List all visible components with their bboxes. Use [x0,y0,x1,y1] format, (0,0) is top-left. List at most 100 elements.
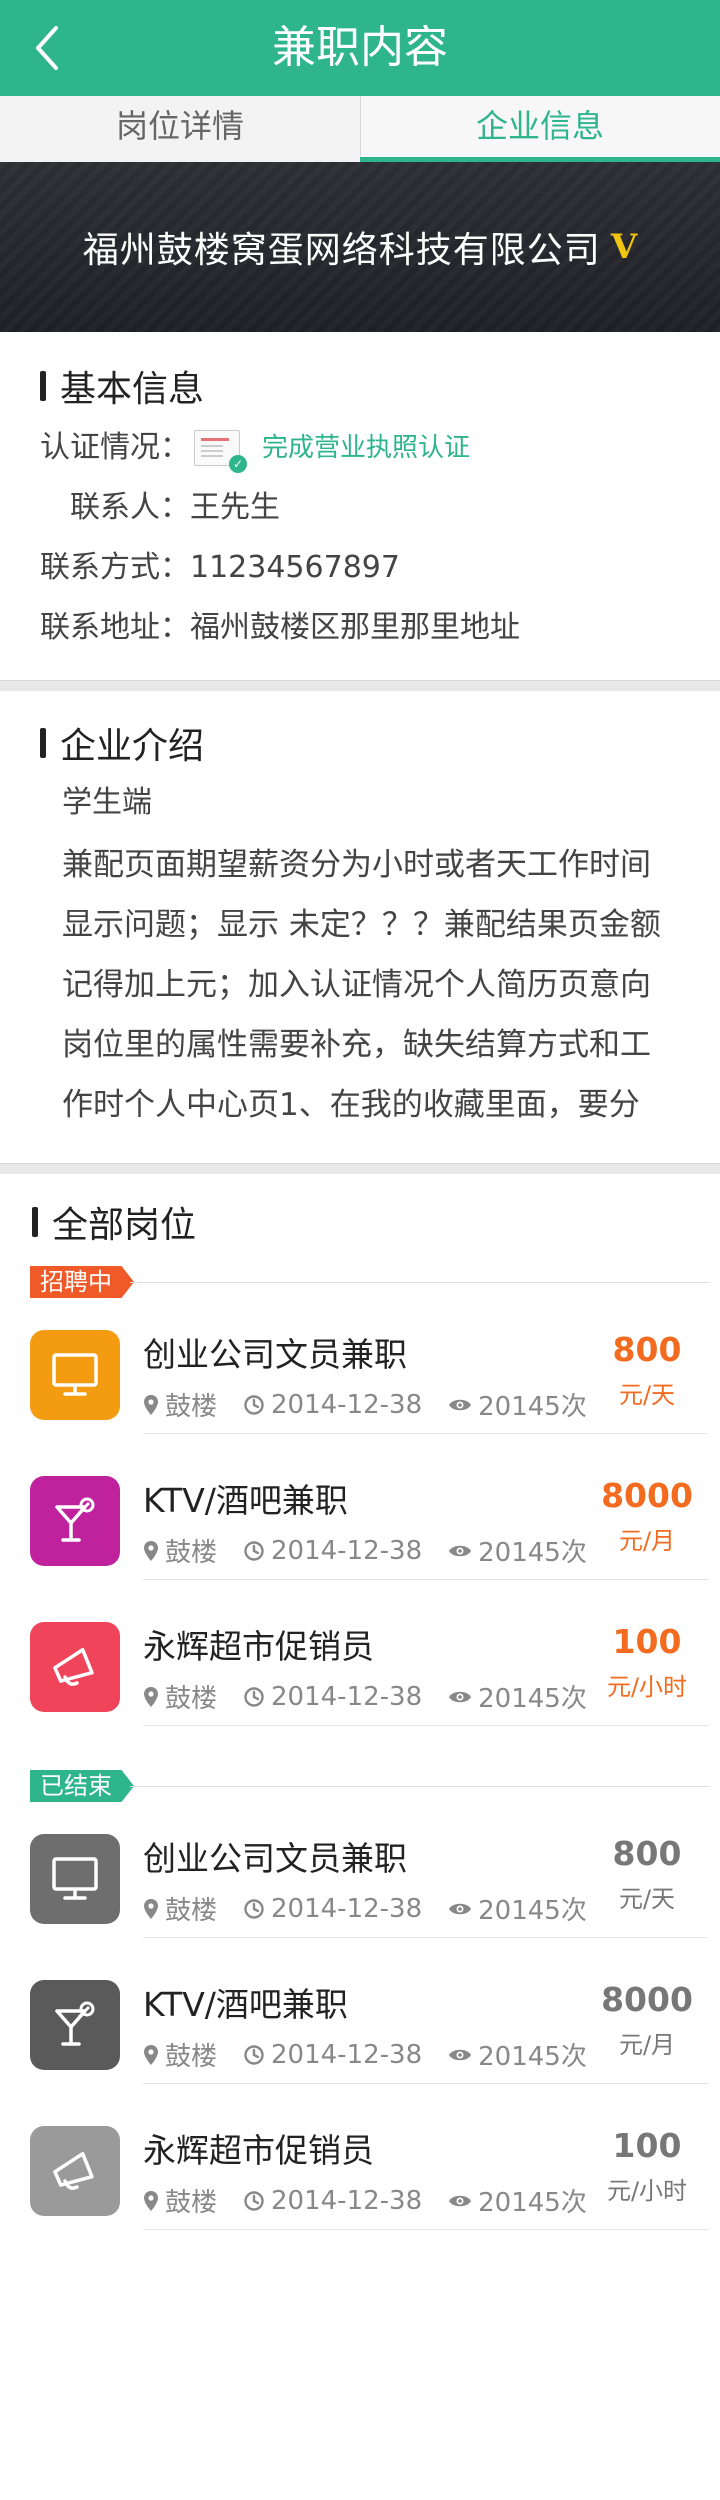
job-date: 2014-12-38 [243,2186,422,2216]
job-date: 2014-12-38 [243,2040,422,2070]
job-list-item[interactable]: 创业公司文员兼职 鼓楼 2014-12-38 20145次 800 元/天 [0,1792,720,1938]
job-list-item[interactable]: 永辉超市促销员鼓楼 2014-12-38 20145次 100 元/小时 [0,1580,720,1726]
row-divider [143,2229,708,2230]
job-list-item[interactable]: 创业公司文员兼职 鼓楼 2014-12-38 20145次 800 元/天 [0,1288,720,1434]
price-unit: 元/天 [618,1381,676,1409]
job-title: 永辉超市促销员 [143,1627,374,1666]
job-price: 8000 元/月 [592,1476,702,1556]
monitor-icon [30,1834,120,1924]
price-unit: 元/小时 [606,1673,688,1701]
megaphone-icon [30,1622,120,1712]
job-views: 20145次 [448,1890,587,1927]
cocktail-icon [30,1476,120,1566]
section-divider [0,680,720,691]
certification-row: 认证情况： ✓ 完成营业执照认证 [40,418,720,478]
job-list-item[interactable]: 永辉超市促销员 鼓楼 2014-12-38 20145次 100 元/小时 [0,2084,720,2230]
cert-label: 认证情况： [40,430,190,465]
price-unit: 元/月 [618,1527,676,1555]
cocktail-icon [30,1980,120,2070]
company-name: 福州鼓楼窝蛋网络科技有限公司 [82,230,601,271]
megaphone-icon [30,2126,120,2216]
phone-value[interactable]: 11234567897 [190,550,400,585]
monitor-icon [30,1330,120,1420]
job-title: 永辉超市促销员 [143,2131,374,2170]
eye-icon [449,1903,472,1914]
basic-info-section: 基本信息 认证情况： ✓ 完成营业执照认证 联系人：王先生 联系方式：11234… [0,332,720,680]
clock-icon [244,2044,264,2065]
title-marker [40,371,46,401]
eye-icon [449,1545,472,1556]
eye-icon [449,1399,472,1410]
tab-divider [360,96,361,156]
jobs-section: 全部岗位 招聘中 创业公司文员兼职 鼓楼 2014-12-38 20145次 800 元/天… [0,1174,720,2230]
row-divider [143,1725,708,1726]
job-price: 100 元/小时 [592,2126,702,2206]
title-marker [40,728,46,758]
contact-row: 联系人：王先生 [40,478,720,538]
section-title: 全部岗位 [0,1196,720,1248]
cert-status: 完成营业执照认证 [262,433,471,463]
job-date: 2014-12-38 [243,1390,422,1420]
job-price: 800 元/天 [592,1834,702,1914]
location-icon [144,2044,158,2065]
job-views: 20145次 [448,2182,587,2219]
intro-subtitle: 学生端 [62,785,152,820]
price-unit: 元/小时 [606,2177,688,2205]
clock-icon [244,2190,264,2211]
price-value: 100 [612,1622,682,1661]
section-title: 企业介绍 [40,717,670,769]
job-price: 800 元/天 [592,1330,702,1410]
title-marker [32,1207,38,1237]
price-value: 800 [612,1330,682,1369]
price-unit: 元/月 [618,2031,676,2059]
job-views: 20145次 [448,2036,587,2073]
clock-icon [244,1686,264,1707]
clock-icon [244,1898,264,1919]
price-value: 8000 [601,1980,693,2019]
job-meta: 鼓楼 2014-12-38 20145次 [143,1890,613,1927]
intro-title: 企业介绍 [60,726,205,767]
job-location: 鼓楼 [143,1386,217,1423]
job-location: 鼓楼 [143,1890,217,1927]
basic-info-title: 基本信息 [60,369,205,410]
job-title: KTV/酒吧兼职 [143,1985,348,2024]
job-meta: 鼓楼 2014-12-38 20145次 [143,2036,613,2073]
location-icon [144,1686,158,1707]
address-row: 联系地址：福州鼓楼区那里那里地址 [40,598,720,658]
job-views: 20145次 [448,1532,587,1569]
intro-body: 兼配页面期望薪资分为小时或者天工作时间显示问题；显示 未定？？？兼配结果页金额记… [62,847,661,1123]
job-location: 鼓楼 [143,2182,217,2219]
job-title: 创业公司文员兼职 [143,1335,407,1374]
job-meta: 鼓楼 2014-12-38 20145次 [143,1678,613,1715]
phone-row: 联系方式：11234567897 [40,538,720,598]
price-unit: 元/天 [618,1885,676,1913]
job-date: 2014-12-38 [243,1536,422,1566]
job-title: 创业公司文员兼职 [143,1839,407,1878]
job-list-item[interactable]: KTV/酒吧兼职 鼓楼 2014-12-38 20145次 8000 元/月 [0,1434,720,1580]
verified-badge: V [610,227,638,267]
tab-job-details[interactable]: 岗位详情 [0,96,360,162]
location-icon [144,1394,158,1415]
job-date: 2014-12-38 [243,1682,422,1712]
company-banner: 福州鼓楼窝蛋网络科技有限公司 V [0,162,720,332]
location-icon [144,2190,158,2211]
business-license-icon: ✓ [194,430,247,473]
eye-icon [449,2195,472,2206]
job-price: 8000 元/月 [592,1980,702,2060]
check-icon: ✓ [229,455,247,473]
clock-icon [244,1540,264,1561]
job-location: 鼓楼 [143,2036,217,2073]
job-meta: 鼓楼 2014-12-38 20145次 [143,1386,613,1423]
job-price: 100 元/小时 [592,1622,702,1702]
tab-company-info[interactable]: 企业信息 [360,96,720,162]
contact-value: 王先生 [190,490,280,525]
phone-label: 联系方式： [40,550,190,585]
job-groups: 招聘中 创业公司文员兼职 鼓楼 2014-12-38 20145次 800 元/天 KTV/酒… [0,1266,720,2230]
job-list-item[interactable]: KTV/酒吧兼职 鼓楼 2014-12-38 20145次 8000 元/月 [0,1938,720,2084]
eye-icon [449,1691,472,1702]
section-divider [0,1163,720,1174]
job-date: 2014-12-38 [243,1894,422,1924]
divider [130,1786,710,1787]
page-title: 兼职内容 [272,22,448,73]
address-label: 联系地址： [40,610,190,645]
